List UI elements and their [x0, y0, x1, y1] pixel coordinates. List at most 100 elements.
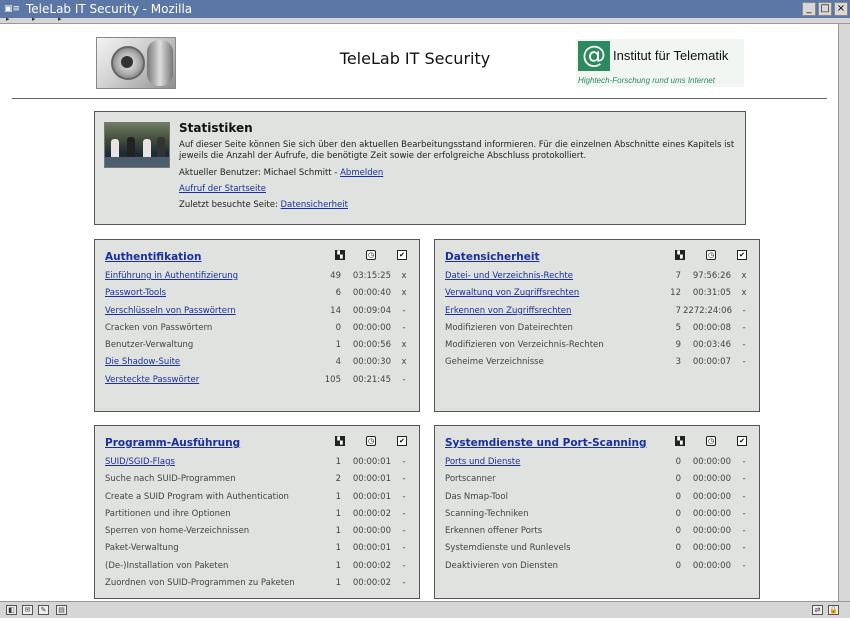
- minimize-button[interactable]: _: [802, 2, 816, 16]
- time-spent: 00:00:00: [692, 526, 731, 537]
- statistics-description: Auf dieser Seite können Sie sich über de…: [179, 140, 735, 161]
- time-spent: 00:00:00: [692, 508, 731, 519]
- section-row: Erkennen offener Ports 0 00:00:00-: [445, 524, 751, 541]
- address-book-icon[interactable]: ▤: [56, 605, 67, 615]
- start-page-link[interactable]: Aufruf der Startseite: [179, 184, 266, 194]
- last-visited-link[interactable]: Datensicherheit: [281, 200, 348, 210]
- visit-count: 0: [675, 508, 681, 519]
- visit-count: 0: [675, 526, 681, 537]
- institute-logo: @ Institut für Telematik Hightech-Forsch…: [576, 39, 744, 87]
- time-spent: 03:15:25: [352, 271, 391, 281]
- current-user-label: Aktueller Benutzer: Michael Schmitt -: [179, 168, 341, 178]
- completion-status: -: [402, 560, 406, 571]
- section-row: Partitionen und ihre Optionen 1 00:00:02-: [105, 507, 411, 524]
- section-link[interactable]: Die Shadow-Suite: [105, 357, 180, 367]
- start-page-line: Aufruf der Startseite: [179, 184, 266, 194]
- completion-status: -: [402, 457, 406, 467]
- logout-link[interactable]: Abmelden: [340, 168, 383, 178]
- visit-count: 1: [335, 457, 341, 467]
- section-row: Benutzer-Verwaltung 1 00:00:56 x: [105, 338, 411, 355]
- close-button[interactable]: ×: [834, 2, 848, 16]
- completion-status: -: [742, 305, 746, 316]
- completion-status: -: [402, 474, 406, 485]
- section-name: Modifizieren von Dateirechten: [445, 322, 573, 333]
- time-spent: 00:00:00: [692, 457, 731, 467]
- section-link[interactable]: Einführung in Authentifizierung: [105, 271, 238, 281]
- at-sign-icon: @: [578, 41, 610, 71]
- completion-status: -: [742, 474, 746, 485]
- section-link[interactable]: Verschlüsseln von Passwörtern: [105, 306, 236, 316]
- collapse-arrow-icon[interactable]: ▸: [6, 15, 10, 23]
- visit-count: 0: [675, 491, 681, 502]
- section-name: Create a SUID Program with Authenticatio…: [105, 491, 289, 502]
- panel-systemdienste: Systemdienste und Port-Scanning ▚ ◷ ✔ Ports …: [434, 425, 760, 599]
- completion-status: -: [402, 374, 406, 385]
- students-photo: [104, 122, 170, 168]
- completion-status: -: [742, 340, 746, 351]
- section-row: Geheime Verzeichnisse 3 00:00:07-: [445, 355, 751, 372]
- completion-status: -: [742, 457, 746, 467]
- section-link[interactable]: Verwaltung von Zugriffsrechten: [445, 288, 579, 298]
- visit-count: 0: [675, 474, 681, 485]
- time-spent: 00:03:46: [692, 340, 731, 351]
- section-link[interactable]: Datei- und Verzeichnis-Rechte: [445, 271, 573, 281]
- app-menu-icon[interactable]: ▣≡: [2, 2, 22, 16]
- section-row: Sperren von home-Verzeichnissen 1 00:00:00…: [105, 524, 411, 541]
- security-lock-icon: 🔒: [828, 605, 839, 615]
- institute-slogan: Hightech-Forschung rund ums Internet: [578, 76, 715, 85]
- collapse-arrow-icon[interactable]: ▸: [32, 15, 36, 23]
- panel-title-link[interactable]: Datensicherheit: [445, 251, 539, 263]
- completion-status: -: [742, 491, 746, 502]
- section-name: Cracken von Passwörtern: [105, 322, 213, 333]
- completion-status: -: [402, 491, 406, 502]
- visit-count: 0: [675, 543, 681, 554]
- visit-count: 0: [335, 322, 341, 333]
- time-spent: 00:09:04: [352, 305, 391, 316]
- visit-count: 1: [335, 508, 341, 519]
- section-list: SUID/SGID-Flags 1 00:00:01- Suche nach SUID…: [105, 455, 411, 593]
- safe-lock-logo: [96, 37, 176, 89]
- section-row: Modifizieren von Verzeichnis-Rechten 9 00:…: [445, 338, 751, 355]
- time-spent: 00:00:01: [352, 474, 391, 485]
- window-title: TeleLab IT Security - Mozilla: [26, 2, 193, 16]
- vertical-scrollbar[interactable]: [838, 24, 850, 601]
- section-link[interactable]: Erkennen von Zugriffsrechten: [445, 306, 571, 316]
- section-row: SUID/SGID-Flags 1 00:00:01 -: [105, 455, 411, 472]
- panel-authentifikation: Authentifikation ▚ ◷ ✔ Einführung in Authent…: [94, 239, 420, 412]
- time-spent: 00:00:00: [352, 322, 391, 333]
- section-name: Geheime Verzeichnisse: [445, 357, 544, 368]
- composer-icon[interactable]: ✎: [38, 605, 49, 615]
- visit-count: 5: [675, 322, 681, 333]
- section-row: Paket-Verwaltung 1 00:00:01-: [105, 541, 411, 558]
- section-name: Systemdienste und Runlevels: [445, 543, 571, 554]
- status-bar: ◧ ✉ ✎ ▤ ⇄ 🔒: [0, 601, 850, 618]
- visit-count: 6: [335, 288, 341, 299]
- institute-name: Institut für Telematik: [613, 48, 729, 63]
- section-name: Partitionen und ihre Optionen: [105, 508, 231, 519]
- section-link[interactable]: SUID/SGID-Flags: [105, 457, 175, 467]
- completion-status: -: [742, 560, 746, 571]
- section-list: Ports und Dienste 0 00:00:00- Portscanner 0 0…: [445, 455, 751, 576]
- completion-status: x: [401, 357, 407, 368]
- visit-count: 1: [335, 578, 341, 589]
- collapse-arrow-icon[interactable]: ▸: [58, 15, 62, 23]
- completion-status: -: [742, 357, 746, 368]
- section-link[interactable]: Ports und Dienste: [445, 457, 520, 467]
- visits-icon: ▚: [675, 250, 685, 260]
- maximize-button[interactable]: □: [818, 2, 832, 16]
- time-spent: 00:00:00: [692, 491, 731, 502]
- panel-title-link[interactable]: Systemdienste und Port-Scanning: [445, 437, 647, 449]
- time-spent: 00:00:02: [352, 508, 391, 519]
- checkbox-icon: ✔: [737, 250, 747, 260]
- section-name: Das Nmap-Tool: [445, 491, 508, 502]
- completion-status: x: [401, 340, 407, 351]
- panel-title-link[interactable]: Authentifikation: [105, 251, 201, 263]
- navigator-icon[interactable]: ◧: [6, 605, 17, 615]
- section-row: Deaktivieren von Diensten 0 00:00:00-: [445, 559, 751, 576]
- section-link[interactable]: Passwort-Tools: [105, 288, 166, 298]
- section-row: Create a SUID Program with Authenticatio…: [105, 490, 411, 507]
- panel-title-link[interactable]: Programm-Ausführung: [105, 437, 240, 449]
- time-spent: 00:00:07: [692, 357, 731, 368]
- section-link[interactable]: Versteckte Passwörter: [105, 375, 199, 385]
- mail-icon[interactable]: ✉: [22, 605, 33, 615]
